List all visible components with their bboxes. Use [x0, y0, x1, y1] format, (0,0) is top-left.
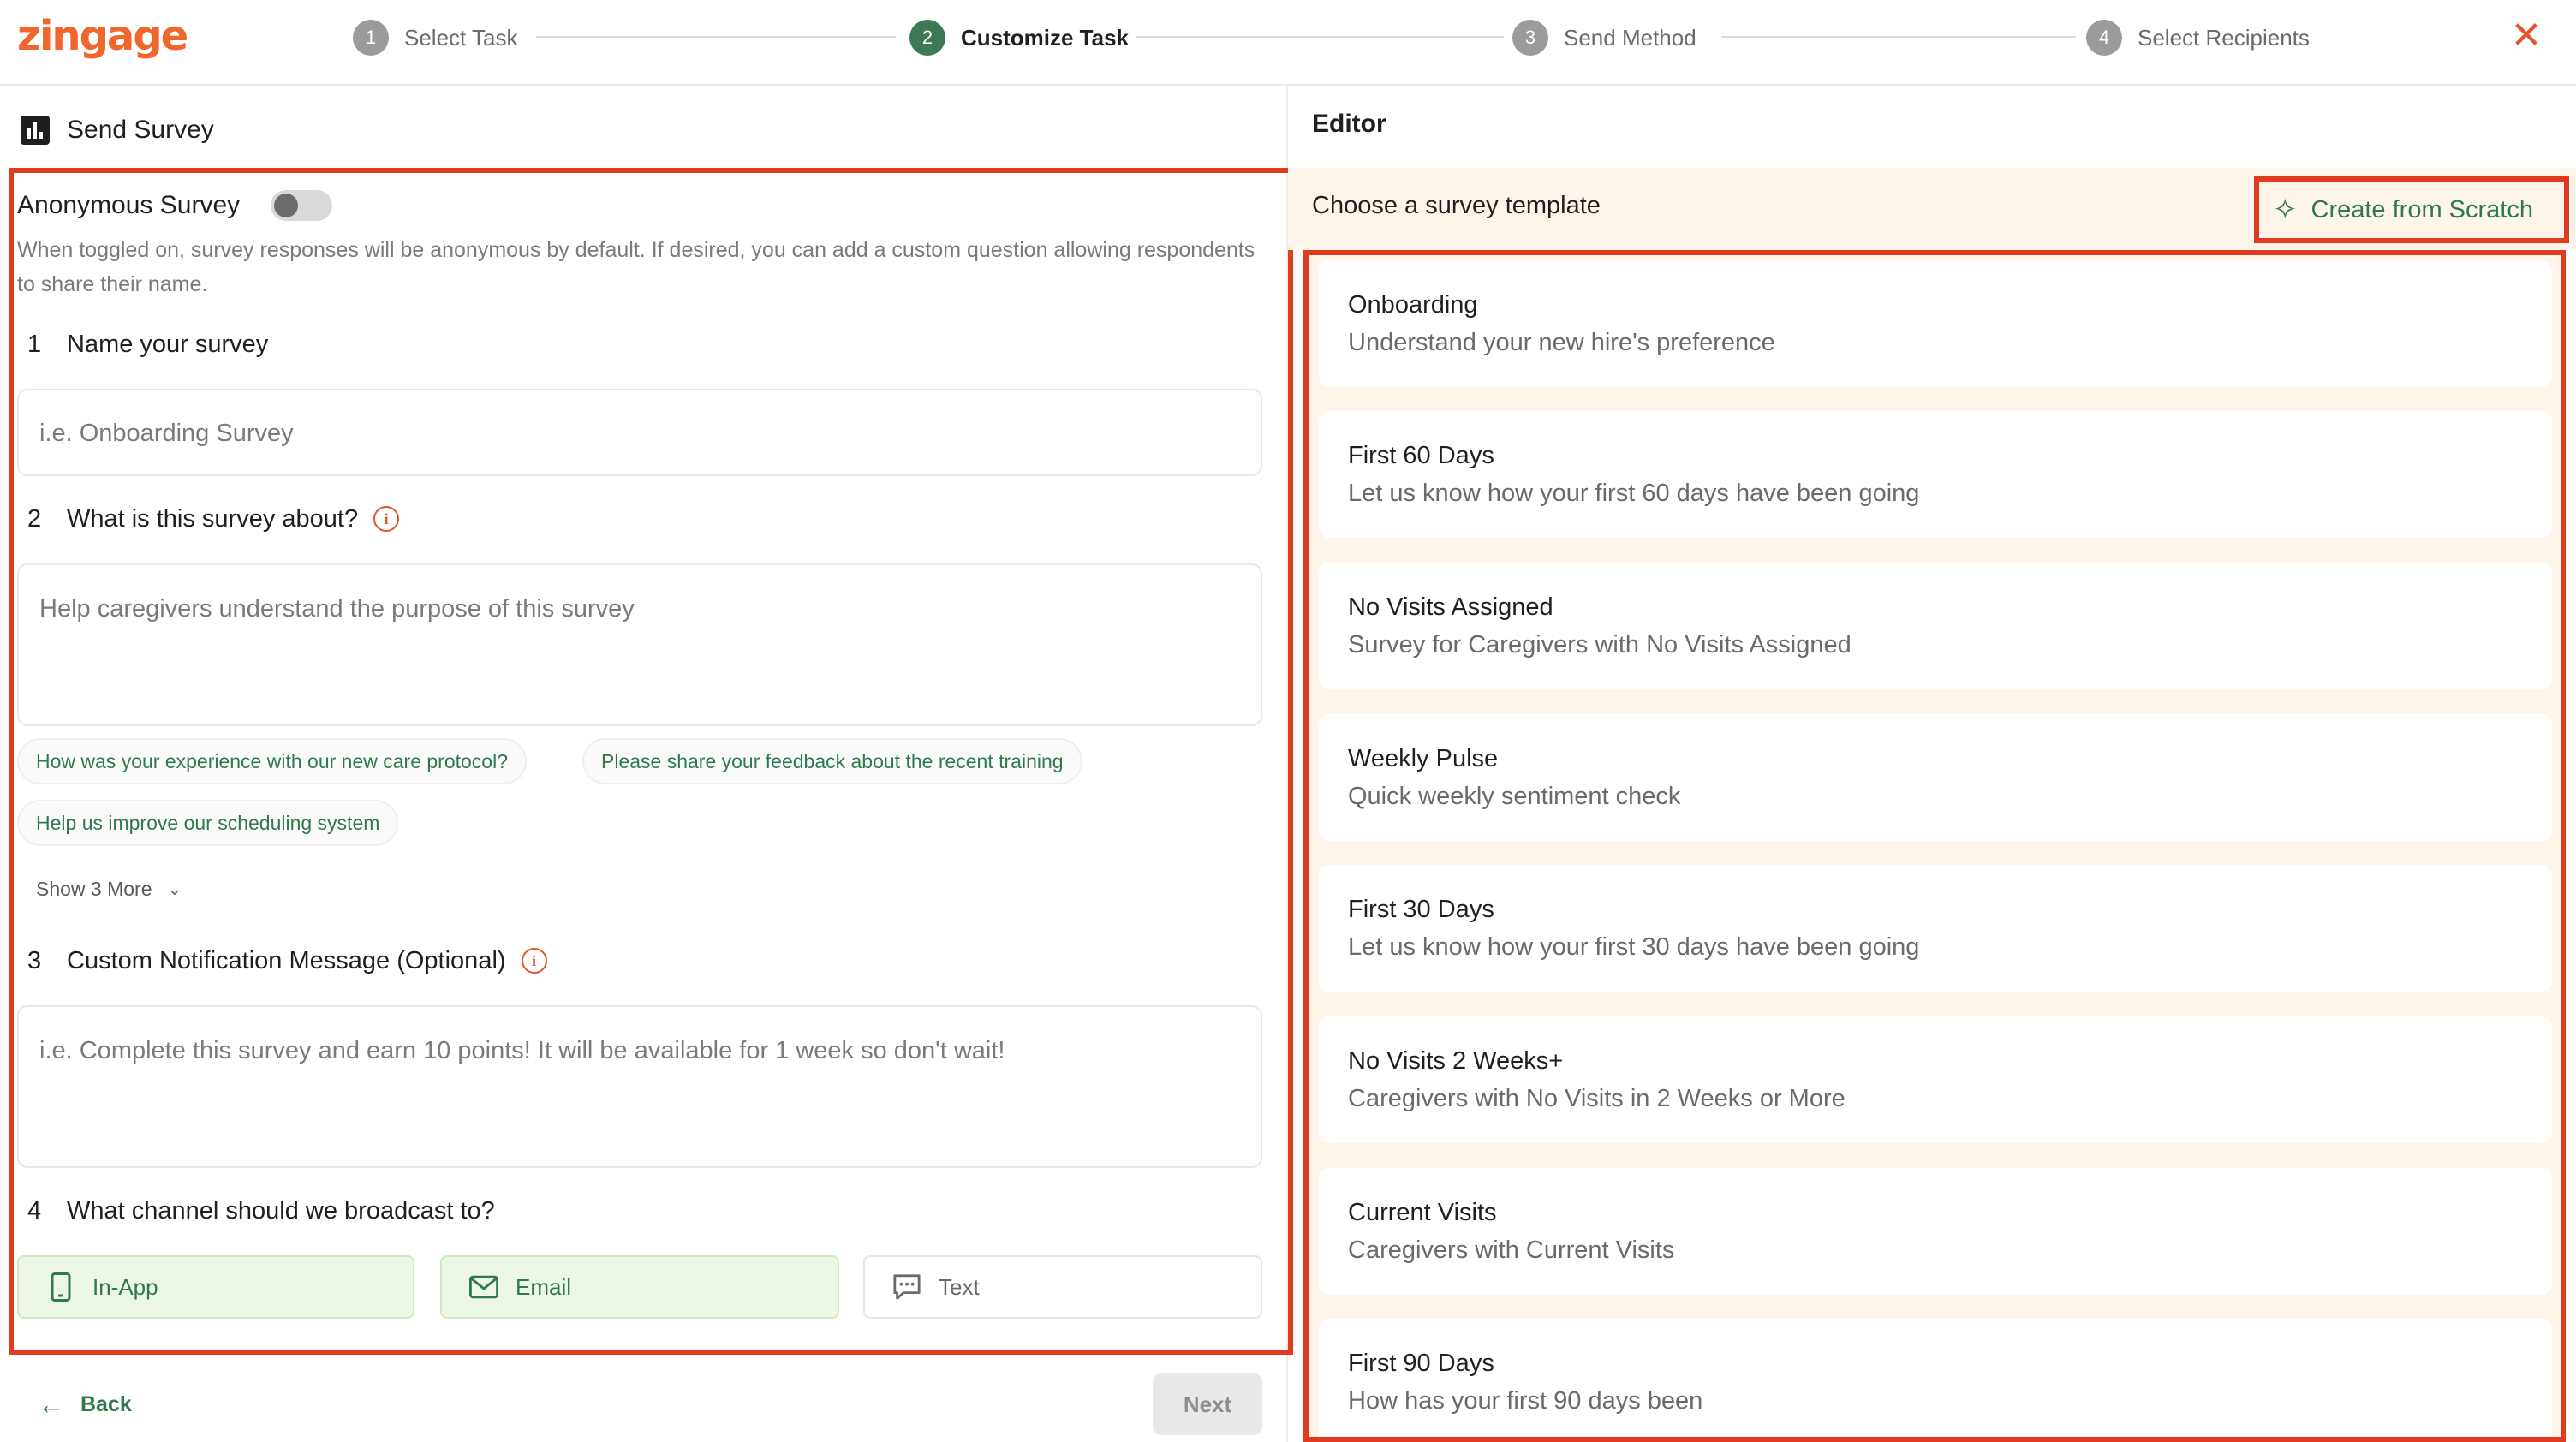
template-subtitle: Quick weekly sentiment check	[1348, 783, 1681, 810]
step-select-task[interactable]: 1 Select Task	[353, 19, 517, 57]
bar-chart-icon	[21, 116, 50, 145]
arrow-left-icon: ←	[38, 1388, 65, 1420]
template-title: No Visits 2 Weeks+	[1348, 1047, 1564, 1075]
question-label: What is this survey about?	[67, 504, 359, 533]
question-label: Custom Notification Message (Optional)	[67, 946, 506, 974]
template-subtitle: Let us know how your first 30 days have …	[1348, 933, 1920, 961]
step-number: 1	[353, 20, 389, 56]
template-title: First 60 Days	[1348, 442, 1494, 469]
suggestion-chip[interactable]: Help us improve our scheduling system	[17, 800, 399, 846]
editor-title: Editor	[1312, 110, 1386, 138]
choose-template-label: Choose a survey template	[1312, 192, 1601, 219]
step-number: 2	[909, 20, 945, 56]
channel-label: Text	[939, 1273, 980, 1300]
suggestion-chip[interactable]: How was your experience with our new car…	[17, 738, 527, 784]
step-connector	[1721, 36, 2076, 38]
sparkle-icon: ✧	[2273, 194, 2298, 226]
template-title: Onboarding	[1348, 291, 1478, 319]
survey-name-input[interactable]: i.e. Onboarding Survey	[17, 389, 1262, 476]
create-from-scratch-button[interactable]: ✧ Create from Scratch	[2254, 176, 2569, 243]
zingage-logo[interactable]: zingage	[17, 9, 188, 63]
question-1: 1 Name your survey	[27, 325, 268, 363]
show-more-button[interactable]: Show 3 More ⌄	[36, 873, 182, 904]
info-icon[interactable]: i	[521, 948, 547, 974]
question-number: 3	[27, 946, 42, 974]
template-title: First 90 Days	[1348, 1350, 1494, 1377]
notification-message-textarea[interactable]: i.e. Complete this survey and earn 10 po…	[17, 1005, 1262, 1168]
template-subtitle: Survey for Caregivers with No Visits Ass…	[1348, 631, 1852, 658]
channel-email[interactable]: Email	[440, 1255, 839, 1319]
channel-label: Email	[516, 1273, 572, 1300]
template-title: No Visits Assigned	[1348, 593, 1553, 621]
template-card[interactable]: No Visits Assigned Survey for Caregivers…	[1319, 563, 2552, 689]
question-number: 4	[27, 1196, 42, 1225]
phone-icon	[46, 1272, 75, 1302]
channel-text[interactable]: Text	[863, 1255, 1262, 1319]
template-card[interactable]: Weekly Pulse Quick weekly sentiment chec…	[1319, 714, 2552, 841]
create-from-scratch-label: Create from Scratch	[2311, 195, 2533, 223]
anonymous-toggle[interactable]	[271, 190, 333, 221]
question-4: 4 What channel should we broadcast to?	[27, 1192, 495, 1230]
template-card[interactable]: Current Visits Caregivers with Current V…	[1319, 1168, 2552, 1295]
template-title: Current Visits	[1348, 1199, 1497, 1226]
step-label: Customize Task	[961, 24, 1130, 51]
top-bar: zingage 1 Select Task 2 Customize Task 3…	[0, 0, 2576, 86]
show-more-label: Show 3 More	[36, 877, 152, 900]
step-send-method[interactable]: 3 Send Method	[1512, 19, 1696, 57]
anonymous-description: When toggled on, survey responses will b…	[17, 238, 1255, 296]
template-card[interactable]: No Visits 2 Weeks+ Caregivers with No Vi…	[1319, 1016, 2552, 1143]
panel-title: Send Survey	[67, 116, 214, 144]
step-select-recipients[interactable]: 4 Select Recipients	[2086, 19, 2310, 57]
info-icon[interactable]: i	[373, 506, 400, 532]
template-card[interactable]: First 90 Days How has your first 90 days…	[1319, 1319, 2552, 1437]
step-number: 4	[2086, 20, 2122, 56]
step-label: Select Recipients	[2138, 24, 2310, 51]
mail-icon	[469, 1272, 498, 1302]
template-title: Weekly Pulse	[1348, 745, 1499, 772]
template-card[interactable]: Onboarding Understand your new hire's pr…	[1319, 260, 2552, 387]
question-label: What channel should we broadcast to?	[67, 1196, 495, 1225]
question-number: 1	[27, 330, 42, 358]
step-label: Send Method	[1564, 24, 1696, 51]
question-2: 2 What is this survey about? i	[27, 500, 400, 538]
template-card[interactable]: First 30 Days Let us know how your first…	[1319, 865, 2552, 992]
template-title: First 30 Days	[1348, 896, 1494, 923]
send-survey-header: Send Survey	[21, 111, 214, 149]
next-button[interactable]: Next	[1153, 1373, 1262, 1435]
question-3: 3 Custom Notification Message (Optional)…	[27, 942, 547, 980]
step-customize-task[interactable]: 2 Customize Task	[909, 19, 1129, 57]
back-label: Back	[80, 1391, 132, 1416]
template-subtitle: Let us know how your first 60 days have …	[1348, 480, 1920, 507]
step-connector	[536, 36, 896, 38]
anonymous-survey-row: Anonymous Survey	[17, 187, 333, 224]
template-subtitle: Understand your new hire's preference	[1348, 329, 1775, 356]
back-button[interactable]: ← Back	[38, 1389, 132, 1420]
template-subtitle: How has your first 90 days been	[1348, 1387, 1703, 1415]
suggestion-chip[interactable]: Please share your feedback about the rec…	[582, 738, 1082, 784]
chevron-down-icon: ⌄	[167, 879, 182, 899]
template-subtitle: Caregivers with No Visits in 2 Weeks or …	[1348, 1085, 1846, 1112]
step-number: 3	[1512, 20, 1548, 56]
channel-in-app[interactable]: In-App	[17, 1255, 414, 1319]
step-connector	[1136, 36, 1504, 38]
chat-icon	[892, 1272, 921, 1302]
step-label: Select Task	[404, 24, 518, 51]
toggle-knob	[274, 194, 299, 217]
close-icon[interactable]: ✕	[2509, 15, 2543, 57]
template-subtitle: Caregivers with Current Visits	[1348, 1236, 1675, 1264]
channel-label: In-App	[92, 1273, 158, 1300]
template-card[interactable]: First 60 Days Let us know how your first…	[1319, 411, 2552, 538]
survey-about-textarea[interactable]: Help caregivers understand the purpose o…	[17, 563, 1262, 726]
question-label: Name your survey	[67, 330, 269, 358]
question-number: 2	[27, 504, 42, 533]
anonymous-label: Anonymous Survey	[17, 191, 241, 219]
template-list: Onboarding Understand your new hire's pr…	[1303, 250, 2566, 1442]
